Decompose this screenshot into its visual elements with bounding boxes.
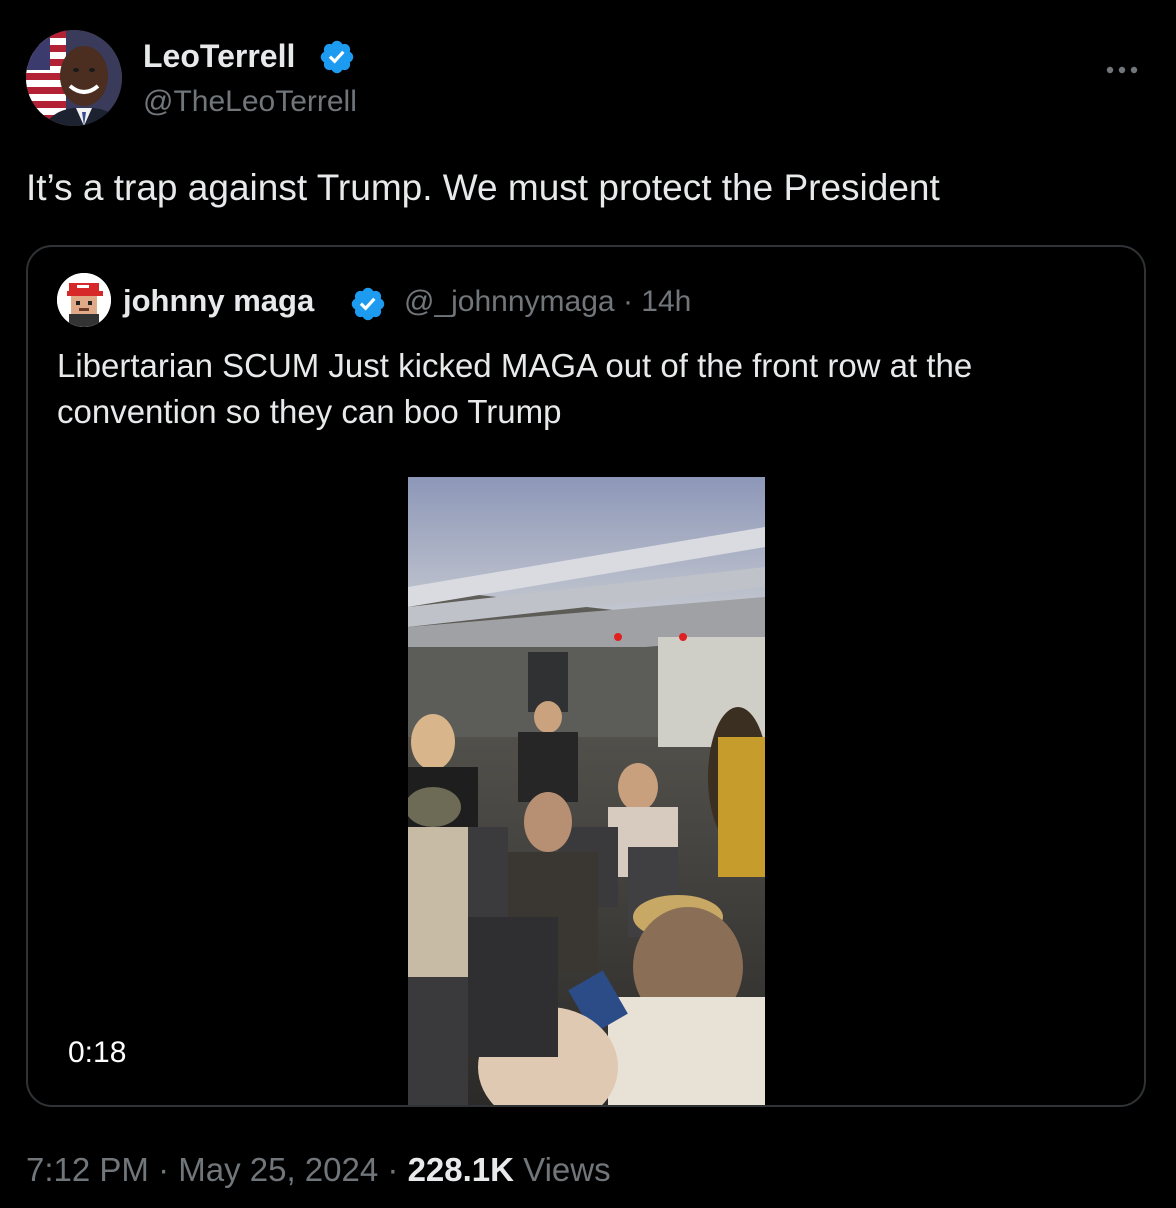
meta-separator: · (387, 1151, 399, 1188)
tweet-time[interactable]: 7:12 PM (26, 1151, 149, 1188)
video-duration: 0:18 (68, 1036, 127, 1069)
quoted-handle-line: @_johnnymaga · 14h (404, 284, 691, 320)
views-label: Views (523, 1151, 611, 1188)
author-display-name[interactable]: LeoTerrell (143, 38, 295, 74)
quoted-author-avatar[interactable] (57, 273, 111, 327)
quoted-tweet-text: Libertarian SCUM Just kicked MAGA out of… (57, 347, 973, 430)
author-avatar[interactable] (26, 30, 122, 126)
more-dots-icon[interactable] (1098, 52, 1146, 88)
views-count: 228.1K (407, 1151, 514, 1188)
handle-time-separator: · (622, 285, 633, 318)
profile-photo-icon (26, 30, 122, 126)
tweet-meta: 7:12 PM · May 25, 2024 · 228.1K Views (26, 1150, 611, 1190)
verified-badge-icon (320, 40, 354, 74)
tweet-date[interactable]: May 25, 2024 (178, 1151, 378, 1188)
meta-separator: · (158, 1151, 170, 1188)
video-player[interactable] (408, 477, 765, 1105)
quoted-author-handle[interactable]: @_johnnymaga (404, 285, 615, 318)
quoted-tweet-card[interactable]: johnny maga @_johnnymaga · 14h Libertari… (26, 245, 1146, 1107)
author-handle[interactable]: @TheLeoTerrell (143, 84, 357, 120)
video-thumbnail (408, 477, 765, 1105)
quoted-tweet-time[interactable]: 14h (641, 285, 691, 318)
tweet-text: It’s a trap against Trump. We must prote… (26, 167, 940, 208)
quoted-author-name[interactable]: johnny maga (123, 283, 314, 319)
pixel-avatar-icon (57, 273, 111, 327)
verified-badge-icon (351, 287, 385, 321)
